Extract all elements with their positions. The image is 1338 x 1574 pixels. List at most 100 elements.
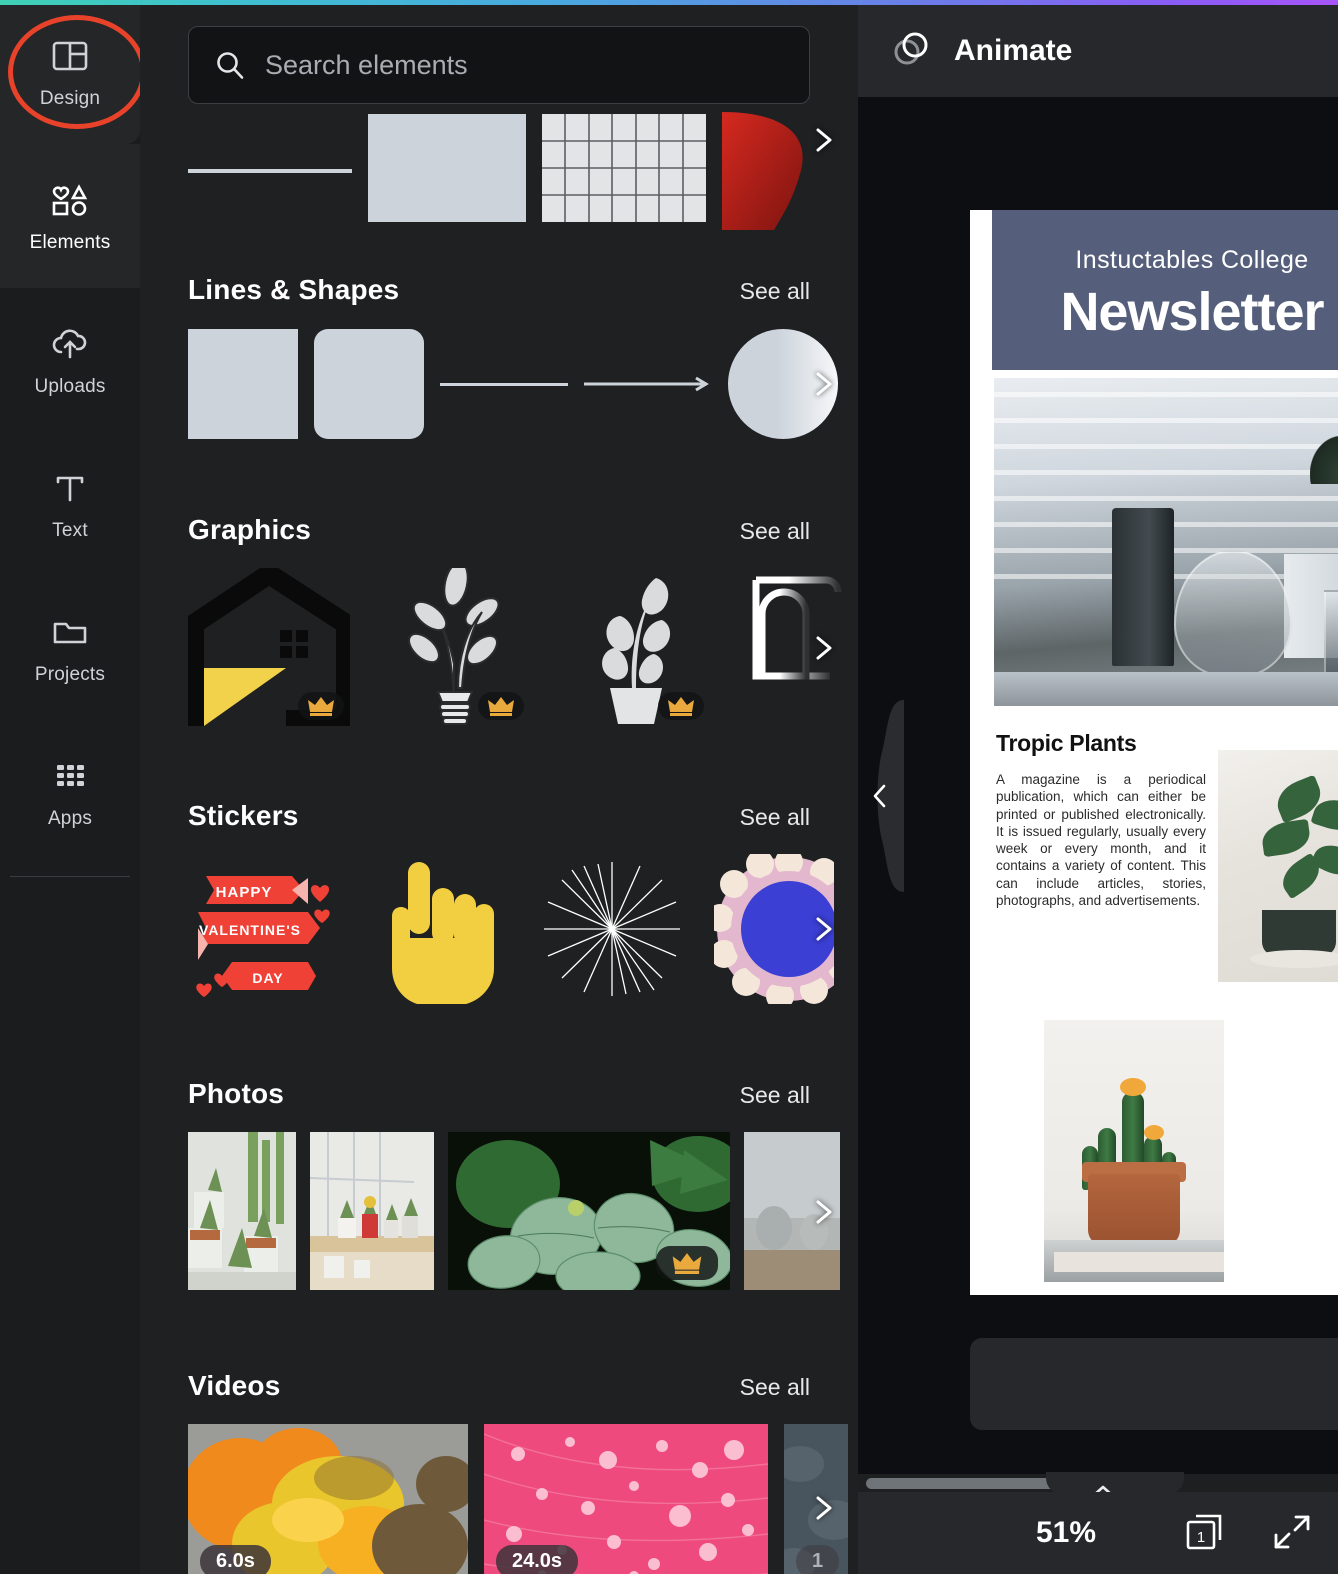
see-all-videos[interactable]: See all [740,1374,810,1401]
lines-shapes-row [188,328,858,440]
square-shape-element[interactable] [188,329,298,439]
table-grid-element[interactable] [542,114,706,222]
search-icon [213,48,247,82]
see-all-graphics[interactable]: See all [740,518,810,545]
sidebar-item-label: Uploads [34,376,106,397]
section-title: Stickers [188,800,299,831]
happy-valentines-day-banner-sticker[interactable]: HAPPY VALENTINE'S DAY [188,854,348,1004]
potted-plant-bulb-graphic[interactable] [378,568,530,726]
arrow-shape-element[interactable] [584,329,712,439]
left-icon-rail: Design Elements Uploads Text Projects Ap… [0,0,146,1574]
rounded-square-shape-element[interactable] [314,329,424,439]
text-t-icon [48,466,92,510]
line-shape-element[interactable] [440,329,568,439]
carousel-next-icon[interactable] [806,123,840,157]
article-tropic-plants[interactable]: Tropic Plants A magazine is a periodical… [996,730,1206,909]
svg-text:1: 1 [1197,1529,1205,1546]
chevron-left-icon [870,782,890,815]
section-header: Graphics See all [188,514,858,546]
pro-badge [658,692,704,720]
search-box[interactable] [188,26,810,104]
rectangle-element[interactable] [368,114,526,222]
newsletter-kicker: Instuctables College [1075,246,1309,274]
zoom-level-label[interactable]: 51% [1036,1516,1096,1550]
pages-icon[interactable]: 1 [1180,1506,1230,1561]
sidebar-item-label: Apps [47,808,93,829]
video-duration-badge: 6.0s [200,1545,271,1574]
upload-cloud-icon [48,322,92,366]
house-graphic[interactable] [188,568,350,726]
top-accent-gradient-bar [0,0,1338,5]
sidebar-item-text[interactable]: Text [0,432,140,576]
animate-button[interactable]: Animate [858,5,1338,97]
pointing-hand-sticker[interactable] [370,854,510,1004]
section-title: Videos [188,1370,281,1401]
video-duration-badge: 1 [796,1545,840,1574]
pro-badge [656,1246,718,1280]
section-title: Photos [188,1078,285,1109]
design-page[interactable]: Instuctables College Newsletter Tropic P… [970,210,1338,1295]
carousel-next-icon[interactable] [806,1491,840,1525]
sidebar-item-elements[interactable]: Elements [0,144,140,288]
line-element[interactable] [188,112,352,230]
crown-icon [488,696,514,716]
section-lines-and-shapes: Lines & Shapes See all [140,274,858,440]
windowsill-plants-photo[interactable] [310,1132,434,1290]
plant-side-photo[interactable] [1218,750,1338,982]
see-all-photos[interactable]: See all [740,1082,810,1109]
expand-arrows-icon[interactable] [1270,1509,1314,1558]
tropical-leaves-photo[interactable] [448,1132,730,1290]
pink-petal-rain-video[interactable]: 24.0s [484,1424,768,1574]
starburst-sticker[interactable] [532,854,692,1004]
sidebar-item-uploads[interactable]: Uploads [0,288,140,432]
crown-icon [668,696,694,716]
see-all-stickers[interactable]: See all [740,804,810,831]
succulents-in-pots-photo[interactable] [188,1132,296,1290]
newsletter-title: Newsletter [1060,282,1324,342]
graphics-row [188,568,858,728]
newsletter-header-block[interactable]: Instuctables College Newsletter [992,210,1338,370]
section-stickers: Stickers See all HAPPY VALENTINE'S DAY [140,800,858,1004]
potted-plant-graphic[interactable] [558,568,710,726]
collapse-panel-handle[interactable] [858,700,904,892]
pro-badge [478,692,524,720]
stickers-row: HAPPY VALENTINE'S DAY [188,854,858,1004]
sidebar-item-projects[interactable]: Projects [0,576,140,720]
see-all-lines-shapes[interactable]: See all [740,278,810,305]
section-header: Lines & Shapes See all [188,274,858,306]
crown-icon [308,696,334,716]
animate-label: Animate [954,34,1073,67]
orange-flower-video[interactable]: 6.0s [188,1424,468,1574]
article-title: Tropic Plants [996,730,1137,756]
cactus-photo[interactable] [1044,1020,1224,1282]
elements-panel: Lines & Shapes See all [140,0,858,1574]
section-photos: Photos See all [140,1078,858,1292]
animate-circles-icon [890,28,932,75]
svg-text:HAPPY: HAPPY [216,884,273,901]
sidebar-item-label: Elements [29,232,111,253]
section-header: Stickers See all [188,800,858,832]
section-title: Graphics [188,514,311,545]
grid-apps-icon [48,754,92,798]
sidebar-item-apps[interactable]: Apps [0,720,140,864]
videos-row: 6.0s 24.0s 1 [188,1424,858,1574]
layout-icon [48,34,92,78]
carousel-next-icon[interactable] [806,631,840,665]
svg-text:VALENTINE'S: VALENTINE'S [199,922,301,938]
canvas-area: Animate Instuctables College Newsletter [858,0,1338,1574]
svg-text:DAY: DAY [252,970,283,986]
section-graphics: Graphics See all [140,514,858,728]
carousel-next-icon[interactable] [806,1195,840,1229]
carousel-next-icon[interactable] [806,367,840,401]
sidebar-item-label: Text [52,520,88,541]
search-input[interactable] [265,49,785,81]
status-bar: 51% 1 [858,1492,1338,1574]
page-thumbnail-strip[interactable]: + [970,1338,1338,1430]
carousel-next-icon[interactable] [806,912,840,946]
hero-photo[interactable] [994,378,1338,706]
section-header: Videos See all [188,1370,858,1402]
photos-row [188,1132,858,1292]
sidebar-item-design[interactable]: Design [0,0,140,144]
article-body: A magazine is a periodical publication, … [996,772,1206,908]
section-title: Lines & Shapes [188,274,400,305]
